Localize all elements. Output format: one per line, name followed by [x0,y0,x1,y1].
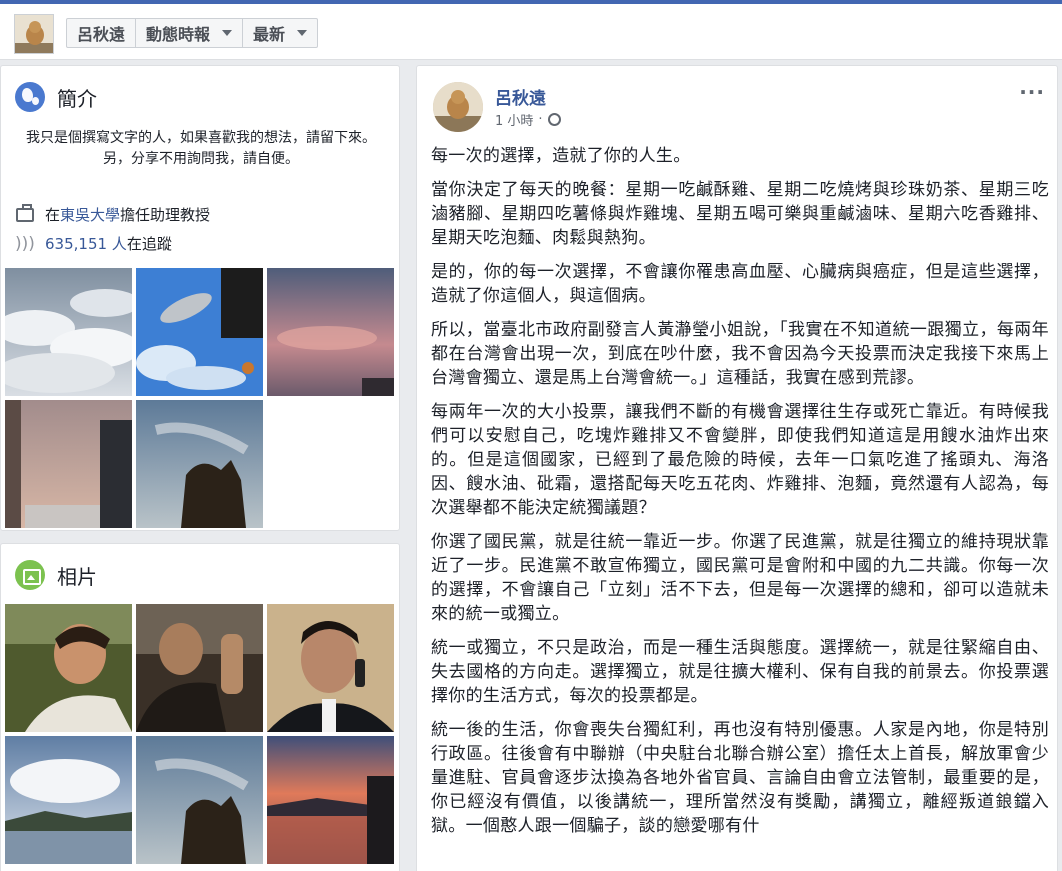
photo-thumbnail[interactable] [267,268,394,396]
intro-card: 簡介 我只是個撰寫文字的人，如果喜歡我的想法，請留下來。另，分享不用詢問我，請自… [0,65,400,531]
photo-thumbnail[interactable] [5,736,132,864]
rss-icon: ))) [15,233,35,254]
photos-title[interactable]: 相片 [57,561,97,590]
work-prefix: 在 [45,206,61,224]
post-card: 呂秋遠 1 小時 · ··· 每一次的選擇，造就了你的人生。 當你決定了每天的晚… [416,65,1058,871]
separator-dot: · [538,112,543,127]
photo-thumbnail[interactable] [267,736,394,864]
intro-bio: 我只是個撰寫文字的人，如果喜歡我的想法，請留下來。另，分享不用詢問我，請自便。 [26,130,376,167]
timeline-dropdown[interactable]: 動態時報 [136,19,244,47]
work-info: 在東吳大學 擔任助理教授 [15,203,211,225]
sort-dropdown[interactable]: 最新 [243,19,317,47]
intro-photo-grid [5,268,394,528]
timeline-label: 動態時報 [146,25,211,44]
photo-icon [15,560,45,590]
post-author-link[interactable]: 呂秋遠 [495,84,546,109]
public-audience-icon[interactable] [547,113,561,126]
photo-thumbnail[interactable] [136,736,263,864]
photos-grid [5,604,394,864]
photo-thumbnail[interactable] [5,268,132,396]
followers-info: ))) 635,151 人在追蹤 [15,233,172,254]
profile-subnav: 呂秋遠 動態時報 最新 [0,4,1062,60]
chevron-down-icon [222,30,233,36]
followers-suffix: 在追蹤 [126,235,172,253]
globe-icon [15,82,45,112]
post-timestamp[interactable]: 1 小時 [495,110,533,129]
photo-thumbnail[interactable] [136,604,263,732]
post-paragraph: 是的，你的每一次選擇，不會讓你罹患高血壓、心臟病與癌症，但是這些選擇，造就了你這… [431,262,1049,306]
more-options-icon[interactable]: ··· [1019,80,1045,104]
profile-name-button[interactable]: 呂秋遠 [67,19,137,47]
intro-header: 簡介 [15,82,97,112]
photo-thumbnail[interactable] [5,604,132,732]
profile-name-label: 呂秋遠 [77,25,126,44]
post-paragraph: 當你決定了每天的晚餐：星期一吃鹹酥雞、星期二吃燒烤與珍珠奶茶、星期三吃滷豬腳、星… [431,180,1049,248]
post-meta: 1 小時 · [495,110,561,129]
post-paragraph: 每一次的選擇，造就了你的人生。 [431,146,691,166]
post-paragraph: 所以，當臺北市政府副發言人黃瀞瑩小姐說，「我實在不知道統一跟獨立，每兩年都在台灣… [431,320,1049,388]
profile-avatar[interactable] [14,14,54,54]
work-suffix: 擔任助理教授 [120,206,211,224]
intro-title: 簡介 [57,86,97,111]
photo-thumbnail[interactable] [5,400,132,528]
author-avatar[interactable] [433,82,483,132]
chevron-down-icon [297,30,308,36]
workplace-link[interactable]: 東吳大學 [60,204,120,225]
photo-thumbnail[interactable] [267,604,394,732]
followers-count-link[interactable]: 635,151 人 [45,233,127,254]
briefcase-icon [16,203,34,222]
sort-label: 最新 [253,25,286,44]
post-text: 每一次的選擇，造就了你的人生。 當你決定了每天的晚餐：星期一吃鹹酥雞、星期二吃燒… [431,144,1049,848]
post-paragraph: 統一或獨立，不只是政治，而是一種生活與態度。選擇統一，就是往緊縮自由、失去國格的… [431,638,1049,706]
photos-header: 相片 [15,560,97,590]
post-paragraph: 每兩年一次的大小投票，讓我們不斷的有機會選擇往生存或死亡靠近。有時候我們可以安慰… [431,402,1049,518]
profile-nav-buttons: 呂秋遠 動態時報 最新 [66,18,319,48]
post-paragraph: 你選了國民黨，就是往統一靠近一步。你選了民進黨，就是往獨立的維持現狀靠近了一步。… [431,532,1049,624]
photo-thumbnail[interactable] [136,400,263,528]
photos-card: 相片 [0,543,400,871]
photo-thumbnail[interactable] [136,268,263,396]
post-paragraph: 統一後的生活，你會喪失台獨紅利，再也沒有特別優惠。人家是內地，你是特別行政區。往… [431,720,1049,836]
